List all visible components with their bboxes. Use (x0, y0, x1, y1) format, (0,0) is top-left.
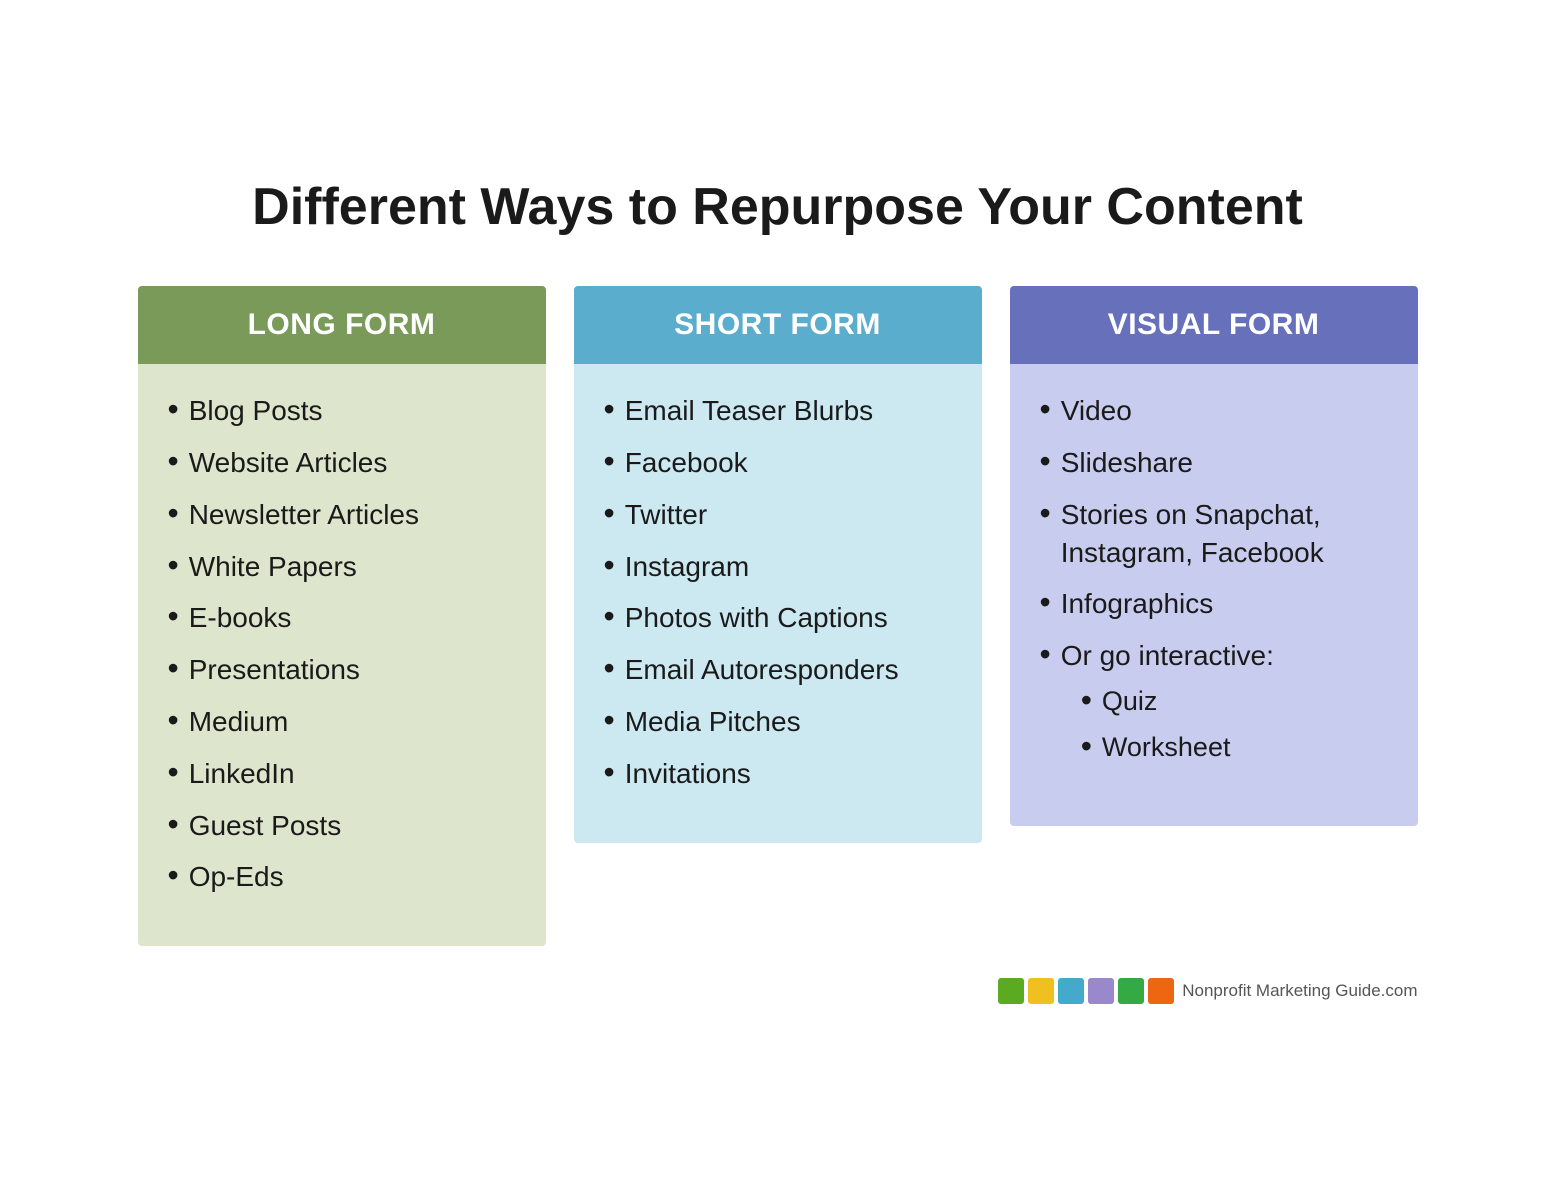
bullet-icon: • (604, 496, 615, 531)
column-short-form: SHORT FORM • Email Teaser Blurbs • Facebook… (574, 286, 982, 842)
list-item: • Email Teaser Blurbs (604, 392, 952, 430)
logo-blocks (998, 978, 1174, 1004)
list-item: • Facebook (604, 444, 952, 482)
list-item-text: LinkedIn (189, 755, 516, 793)
list-item: • E-books (168, 599, 516, 637)
bullet-icon: • (604, 755, 615, 790)
bullet-icon: • (1040, 444, 1051, 479)
list-item: • Guest Posts (168, 807, 516, 845)
bullet-icon: • (168, 858, 179, 893)
list-item: • Website Articles (168, 444, 516, 482)
logo-color-block (1148, 978, 1174, 1004)
list-item-text: White Papers (189, 548, 516, 586)
list-item-text: Website Articles (189, 444, 516, 482)
short-form-header: SHORT FORM (574, 286, 982, 364)
bullet-icon: • (604, 444, 615, 479)
list-item: • Media Pitches (604, 703, 952, 741)
logo-color-block (1058, 978, 1084, 1004)
bullet-icon: • (168, 444, 179, 479)
list-item: • Infographics (1040, 585, 1388, 623)
bullet-icon: • (604, 703, 615, 738)
list-item: • Presentations (168, 651, 516, 689)
list-item: • Blog Posts (168, 392, 516, 430)
bullet-icon: • (168, 755, 179, 790)
list-item-text: Newsletter Articles (189, 496, 516, 534)
list-item-text: Blog Posts (189, 392, 516, 430)
short-form-body: • Email Teaser Blurbs • Facebook • Twitter • In… (574, 364, 982, 842)
sub-list: • Quiz • Worksheet (1081, 683, 1388, 766)
list-item: • Photos with Captions (604, 599, 952, 637)
visual-form-header: VISUAL FORM (1010, 286, 1418, 364)
list-item: • Video (1040, 392, 1388, 430)
sub-list-item: • Quiz (1081, 683, 1388, 719)
list-item: • Op-Eds (168, 858, 516, 896)
visual-form-body: • Video • Slideshare • Stories on Snapchat, I… (1010, 364, 1418, 826)
list-item: • LinkedIn (168, 755, 516, 793)
columns-container: LONG FORM • Blog Posts • Website Articles • N… (138, 286, 1418, 946)
list-item: •Or go interactive:•Quiz•Worksheet (1040, 637, 1388, 776)
list-item-text: Video (1061, 392, 1388, 430)
list-item: • Stories on Snapchat, Instagram, Faceboo… (1040, 496, 1388, 572)
list-item: • Invitations (604, 755, 952, 793)
bullet-icon: • (168, 599, 179, 634)
bullet-icon: • (168, 651, 179, 686)
bullet-icon: • (1040, 585, 1051, 620)
list-item: • Instagram (604, 548, 952, 586)
list-item-text: E-books (189, 599, 516, 637)
list-item-text: Instagram (625, 548, 952, 586)
logo-area: Nonprofit Marketing Guide.com (138, 978, 1418, 1004)
list-item-text: Email Autoresponders (625, 651, 952, 689)
list-item: • White Papers (168, 548, 516, 586)
logo-color-block (1088, 978, 1114, 1004)
logo-color-block (1028, 978, 1054, 1004)
list-item-text: Email Teaser Blurbs (625, 392, 952, 430)
list-item-text: Presentations (189, 651, 516, 689)
list-item-text: Op-Eds (189, 858, 516, 896)
list-item: • Slideshare (1040, 444, 1388, 482)
sub-bullet-icon: • (1081, 683, 1092, 718)
slide: Different Ways to Repurpose Your Content… (78, 136, 1478, 1064)
list-item: • Medium (168, 703, 516, 741)
sub-list-item: • Worksheet (1081, 729, 1388, 765)
list-item-text: Infographics (1061, 585, 1388, 623)
logo-text: Nonprofit Marketing Guide.com (1182, 981, 1417, 1001)
page-title: Different Ways to Repurpose Your Content (138, 176, 1418, 238)
bullet-icon: • (1040, 496, 1051, 531)
sub-list-item-text: Quiz (1102, 683, 1388, 719)
bullet-icon: • (604, 392, 615, 427)
logo-main-text: Nonprofit Marketing Guide (1182, 981, 1380, 1000)
list-item-text: Stories on Snapchat, Instagram, Facebook (1061, 496, 1388, 572)
bullet-icon: • (168, 496, 179, 531)
list-item-text: Facebook (625, 444, 952, 482)
list-item: • Twitter (604, 496, 952, 534)
long-form-body: • Blog Posts • Website Articles • Newsletter … (138, 364, 546, 946)
logo-color-block (1118, 978, 1144, 1004)
bullet-icon: • (168, 548, 179, 583)
list-item-text: Medium (189, 703, 516, 741)
bullet-icon: • (168, 703, 179, 738)
list-item-text: Media Pitches (625, 703, 952, 741)
bullet-icon: • (1040, 637, 1051, 672)
list-item-text: Or go interactive:•Quiz•Worksheet (1061, 637, 1388, 776)
list-item-text: Invitations (625, 755, 952, 793)
logo-color-block (998, 978, 1024, 1004)
logo-suffix: .com (1381, 981, 1418, 1000)
list-item-text: Photos with Captions (625, 599, 952, 637)
list-item: • Email Autoresponders (604, 651, 952, 689)
list-item-text: Guest Posts (189, 807, 516, 845)
bullet-icon: • (604, 651, 615, 686)
column-visual-form: VISUAL FORM • Video • Slideshare • Stories on… (1010, 286, 1418, 826)
bullet-icon: • (604, 548, 615, 583)
list-item: • Newsletter Articles (168, 496, 516, 534)
list-item-text: Slideshare (1061, 444, 1388, 482)
list-item-text: Twitter (625, 496, 952, 534)
bullet-icon: • (1040, 392, 1051, 427)
sub-list-item-text: Worksheet (1102, 729, 1388, 765)
bullet-icon: • (168, 807, 179, 842)
sub-bullet-icon: • (1081, 729, 1092, 764)
column-long-form: LONG FORM • Blog Posts • Website Articles • N… (138, 286, 546, 946)
bullet-icon: • (168, 392, 179, 427)
long-form-header: LONG FORM (138, 286, 546, 364)
bullet-icon: • (604, 599, 615, 634)
